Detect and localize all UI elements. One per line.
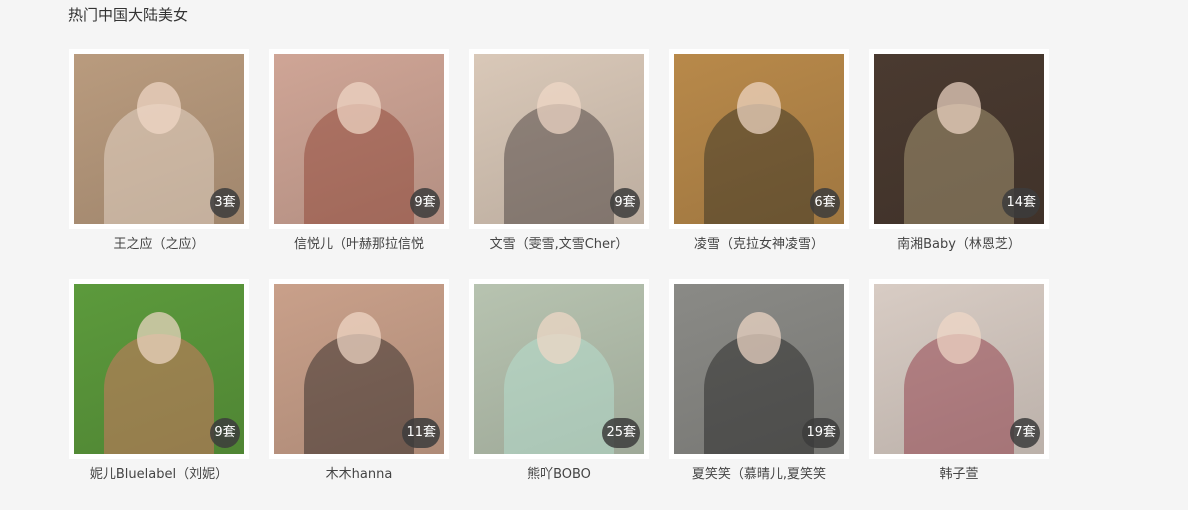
set-count-badge: 9套 [210,418,240,448]
model-thumbnail[interactable]: 14套 [869,49,1049,229]
model-thumbnail[interactable]: 7套 [869,279,1049,459]
model-photo: 9套 [274,54,444,224]
photo-figure-head [337,312,381,364]
model-name-link[interactable]: 夏笑笑（慕晴儿,夏笑笑 [659,465,859,485]
model-photo: 19套 [674,284,844,454]
model-thumbnail[interactable]: 25套 [469,279,649,459]
set-count-badge: 11套 [402,418,440,448]
model-card[interactable]: 14套 南湘Baby（林恩芝） [869,49,1049,259]
set-count-badge: 7套 [1010,418,1040,448]
model-name-link[interactable]: 文雪（雯雪,文雪Cher） [459,235,659,255]
model-name-link[interactable]: 木木hanna [259,465,459,485]
model-name-link[interactable]: 王之应（之应） [59,235,259,255]
model-card[interactable]: 3套 王之应（之应） [69,49,249,259]
model-photo: 14套 [874,54,1044,224]
section-title: 热门中国大陆美女 [68,6,189,24]
model-name-link[interactable]: 妮儿Bluelabel（刘妮） [59,465,259,485]
model-name-link[interactable]: 韩子萱 [859,465,1059,485]
model-card[interactable]: 19套 夏笑笑（慕晴儿,夏笑笑 [669,279,849,489]
model-photo: 9套 [74,284,244,454]
model-thumbnail[interactable]: 9套 [469,49,649,229]
model-photo: 6套 [674,54,844,224]
model-card[interactable]: 7套 韩子萱 [869,279,1049,489]
model-thumbnail[interactable]: 3套 [69,49,249,229]
model-thumbnail[interactable]: 9套 [69,279,249,459]
set-count-badge: 9套 [610,188,640,218]
photo-figure-head [337,82,381,134]
photo-figure-head [737,82,781,134]
model-name-link[interactable]: 凌雪（克拉女神凌雪） [659,235,859,255]
photo-figure-head [137,312,181,364]
model-thumbnail[interactable]: 11套 [269,279,449,459]
model-card[interactable]: 9套 信悦儿（叶赫那拉信悦 [269,49,449,259]
model-photo: 7套 [874,284,1044,454]
set-count-badge: 14套 [1002,188,1040,218]
model-thumbnail[interactable]: 9套 [269,49,449,229]
set-count-badge: 25套 [602,418,640,448]
model-card[interactable]: 6套 凌雪（克拉女神凌雪） [669,49,849,259]
model-card[interactable]: 11套 木木hanna [269,279,449,489]
model-photo: 25套 [474,284,644,454]
model-photo: 9套 [474,54,644,224]
photo-figure-head [537,82,581,134]
model-card[interactable]: 9套 文雪（雯雪,文雪Cher） [469,49,649,259]
set-count-badge: 19套 [802,418,840,448]
model-thumbnail[interactable]: 6套 [669,49,849,229]
model-photo: 11套 [274,284,444,454]
set-count-badge: 6套 [810,188,840,218]
photo-figure-head [937,82,981,134]
photo-figure-head [137,82,181,134]
model-name-link[interactable]: 熊吖BOBO [459,465,659,485]
photo-figure-head [537,312,581,364]
set-count-badge: 9套 [410,188,440,218]
model-photo: 3套 [74,54,244,224]
set-count-badge: 3套 [210,188,240,218]
model-card[interactable]: 25套 熊吖BOBO [469,279,649,489]
model-name-link[interactable]: 信悦儿（叶赫那拉信悦 [259,235,459,255]
photo-figure-head [937,312,981,364]
photo-figure-head [737,312,781,364]
model-card[interactable]: 9套 妮儿Bluelabel（刘妮） [69,279,249,489]
model-name-link[interactable]: 南湘Baby（林恩芝） [859,235,1059,255]
model-thumbnail[interactable]: 19套 [669,279,849,459]
